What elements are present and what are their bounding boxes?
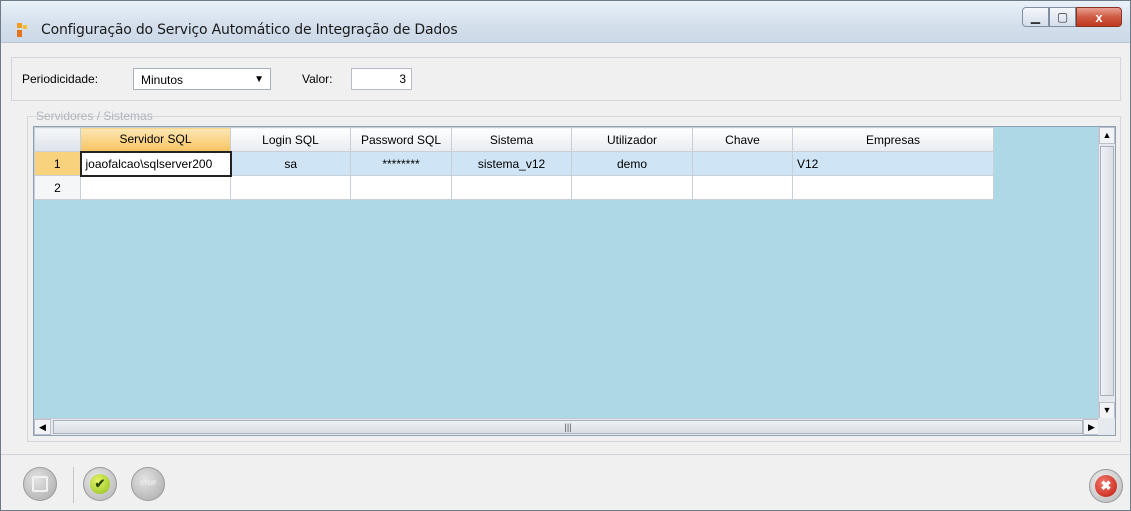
window-controls: ▁ ▢ x xyxy=(1022,7,1122,29)
table-row[interactable]: 1 joaofalcao\sqlserver200 sa ******** si… xyxy=(34,150,994,177)
column-header[interactable]: Sistema xyxy=(451,127,572,152)
table-cell[interactable] xyxy=(451,175,572,200)
table-cell[interactable] xyxy=(571,175,693,200)
column-header[interactable]: Empresas xyxy=(792,127,994,152)
servers-table: Servidor SQL Login SQL Password SQL Sist… xyxy=(34,127,994,200)
select-all-corner[interactable] xyxy=(34,127,81,152)
table-cell[interactable]: joaofalcao\sqlserver200 xyxy=(79,150,232,177)
minimize-button[interactable]: ▁ xyxy=(1022,7,1049,27)
scroll-left-icon[interactable]: ◀ xyxy=(34,419,51,435)
title-bar: Configuração do Serviço Automático de In… xyxy=(1,1,1130,43)
check-icon: ✔ xyxy=(90,474,110,494)
table-cell[interactable]: sa xyxy=(230,151,351,176)
close-icon: x xyxy=(1095,9,1103,25)
save-icon xyxy=(32,476,48,492)
chevron-down-icon: ▼ xyxy=(254,74,264,85)
table-cell[interactable]: ******** xyxy=(350,151,452,176)
minimize-icon: ▁ xyxy=(1030,10,1041,24)
column-header[interactable]: Servidor SQL xyxy=(80,127,231,152)
maximize-icon: ▢ xyxy=(1056,10,1069,24)
save-button[interactable] xyxy=(23,467,57,501)
periodicidade-select[interactable]: Minutos ▼ xyxy=(133,68,271,90)
toolbar-divider xyxy=(1,454,1130,455)
column-header[interactable]: Password SQL xyxy=(350,127,452,152)
settings-panel: Periodicidade: Minutos ▼ Valor: 3 xyxy=(11,57,1121,101)
stop-button[interactable]: STOP xyxy=(131,467,165,501)
servers-grid[interactable]: Servidor SQL Login SQL Password SQL Sist… xyxy=(33,126,1116,436)
table-cell[interactable] xyxy=(792,175,994,200)
toolbar-separator xyxy=(73,467,74,503)
vertical-scrollbar[interactable]: ▲ ▼ xyxy=(1098,127,1115,419)
table-cell[interactable] xyxy=(692,151,793,176)
table-row[interactable]: 2 xyxy=(34,175,994,200)
table-cell[interactable]: sistema_v12 xyxy=(451,151,572,176)
periodicidade-label: Periodicidade: xyxy=(22,72,99,86)
close-icon: ✖ xyxy=(1095,475,1117,497)
table-cell[interactable] xyxy=(230,175,351,200)
close-window-button[interactable]: x xyxy=(1076,7,1122,27)
window-title: Configuração do Serviço Automático de In… xyxy=(41,22,458,38)
valor-label: Valor: xyxy=(302,72,333,86)
row-header[interactable]: 2 xyxy=(34,175,81,200)
main-window: Configuração do Serviço Automático de In… xyxy=(0,0,1131,511)
confirm-button[interactable]: ✔ xyxy=(83,467,117,501)
row-header[interactable]: 1 xyxy=(34,151,81,176)
column-header[interactable]: Chave xyxy=(692,127,793,152)
column-header[interactable]: Login SQL xyxy=(230,127,351,152)
table-cell[interactable]: V12 xyxy=(792,151,994,176)
horizontal-scrollbar[interactable]: ◀ ||| ▶ xyxy=(34,418,1100,435)
scroll-up-icon[interactable]: ▲ xyxy=(1099,127,1115,144)
table-cell[interactable] xyxy=(80,175,231,200)
stop-icon: STOP xyxy=(139,481,157,487)
header-row: Servidor SQL Login SQL Password SQL Sist… xyxy=(34,127,994,152)
servers-group-label: Servidores / Sistemas xyxy=(36,109,153,123)
horizontal-scroll-thumb[interactable]: ||| xyxy=(53,420,1083,434)
valor-input[interactable]: 3 xyxy=(351,68,412,90)
scroll-down-icon[interactable]: ▼ xyxy=(1099,402,1115,419)
periodicidade-value: Minutos xyxy=(141,73,184,87)
table-cell[interactable] xyxy=(692,175,793,200)
scrollbar-corner xyxy=(1098,418,1115,435)
close-button[interactable]: ✖ xyxy=(1089,469,1123,503)
vertical-scroll-thumb[interactable] xyxy=(1100,146,1114,396)
app-icon xyxy=(17,23,31,37)
maximize-button[interactable]: ▢ xyxy=(1049,7,1076,27)
column-header[interactable]: Utilizador xyxy=(571,127,693,152)
table-cell[interactable]: demo xyxy=(571,151,693,176)
table-cell[interactable] xyxy=(350,175,452,200)
